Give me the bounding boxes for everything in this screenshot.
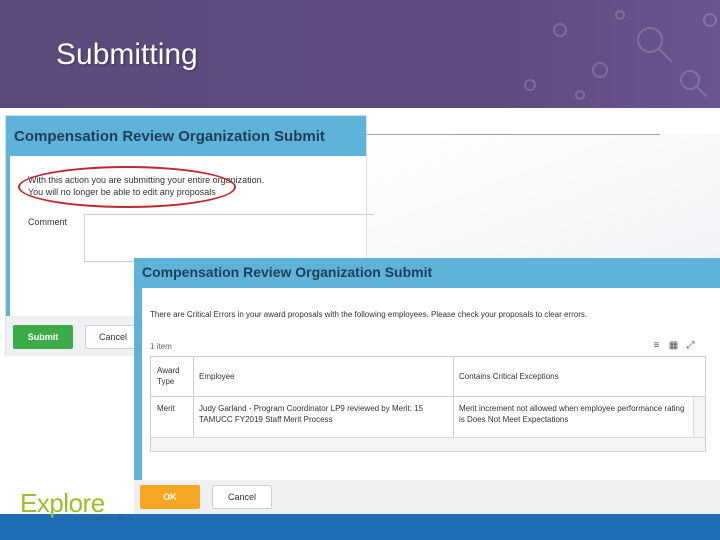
header-award-type: Award Type bbox=[157, 366, 180, 386]
submit-button[interactable]: Submit bbox=[13, 325, 73, 349]
column-divider bbox=[193, 357, 194, 437]
dialog-accent-band bbox=[6, 156, 10, 316]
cancel-button[interactable]: Cancel bbox=[212, 485, 272, 509]
ok-button[interactable]: OK bbox=[140, 485, 200, 509]
dialog-title: Compensation Review Organization Submit bbox=[6, 116, 366, 156]
filter-icon[interactable]: ≡ bbox=[650, 340, 663, 351]
column-divider bbox=[453, 357, 454, 437]
highlight-oval bbox=[18, 166, 236, 208]
item-count: 1 item bbox=[150, 342, 172, 351]
cell-critical-exceptions: Merit increment not allowed when employe… bbox=[459, 404, 685, 424]
dialog-accent-band bbox=[134, 288, 142, 488]
fullscreen-icon[interactable]: ⤢ bbox=[684, 340, 697, 351]
critical-errors-dialog: Compensation Review Organization Submit … bbox=[134, 258, 720, 514]
horizontal-scrollbar[interactable] bbox=[151, 437, 705, 451]
cancel-button[interactable]: Cancel bbox=[85, 325, 141, 349]
divider bbox=[366, 134, 660, 135]
header-critical-exceptions: Contains Critical Exceptions bbox=[459, 372, 559, 381]
comment-label: Comment bbox=[28, 217, 68, 227]
slide-header-banner: Submitting bbox=[0, 0, 720, 108]
table-header: Award Type Employee Contains Critical Ex… bbox=[151, 357, 705, 397]
table-toolbar: ≡ ▦ ⤢ bbox=[650, 340, 697, 351]
dialog-footer: OK Cancel bbox=[134, 480, 720, 514]
decorative-pattern bbox=[524, 10, 717, 100]
cell-employee[interactable]: Judy Garland - Program Coordinator LP9 r… bbox=[199, 403, 449, 425]
employees-table: Award Type Employee Contains Critical Ex… bbox=[150, 356, 706, 452]
comment-input[interactable] bbox=[84, 214, 374, 262]
error-message: There are Critical Errors in your award … bbox=[150, 310, 588, 319]
columns-icon[interactable]: ▦ bbox=[667, 340, 680, 351]
dialog-title: Compensation Review Organization Submit bbox=[134, 258, 720, 288]
cell-award-type: Merit bbox=[157, 404, 175, 413]
explore-logo: Explore bbox=[20, 488, 105, 518]
logo-tagline: your higher ed story bbox=[82, 516, 127, 522]
vertical-scrollbar[interactable] bbox=[693, 397, 705, 437]
header-employee: Employee bbox=[199, 372, 235, 381]
slide-title: Submitting bbox=[56, 38, 198, 71]
